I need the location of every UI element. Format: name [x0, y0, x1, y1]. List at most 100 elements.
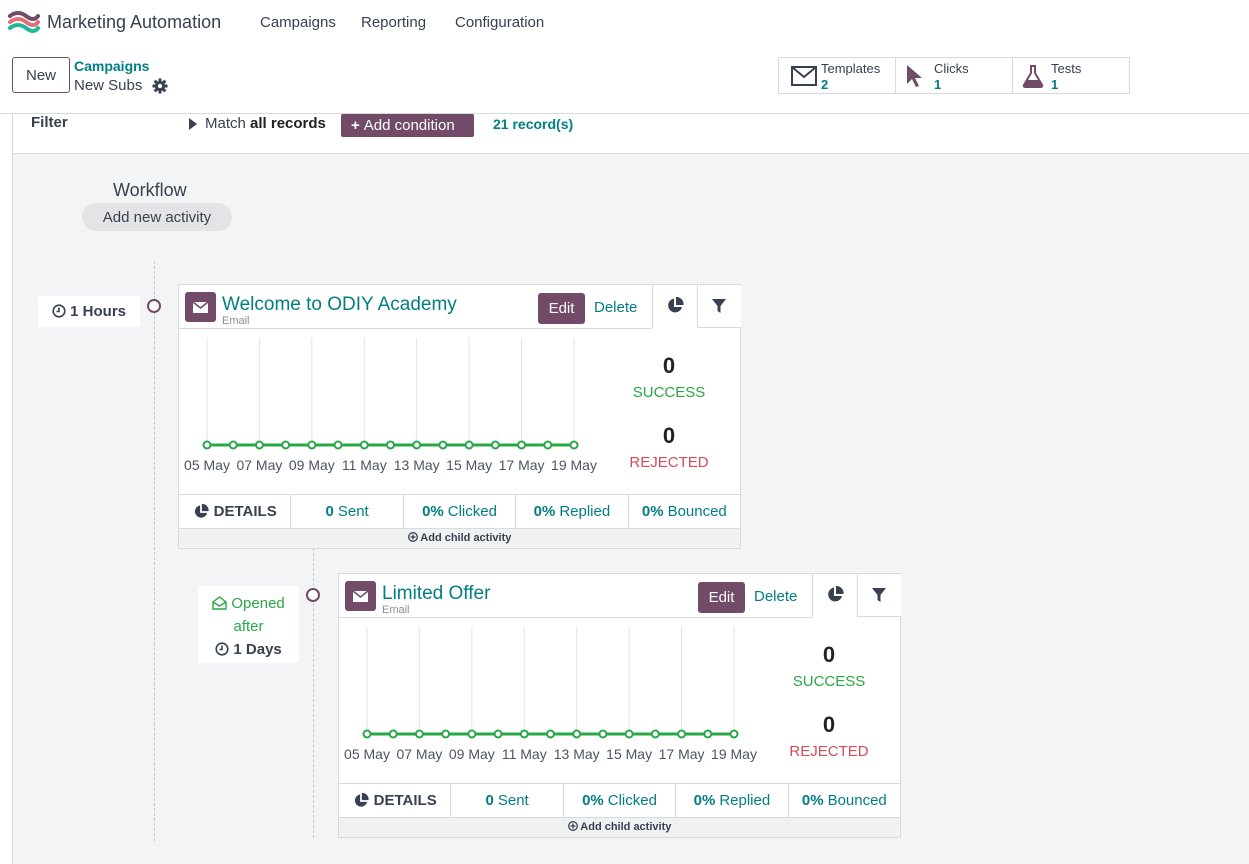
- templates-stat-button[interactable]: Templates 2: [779, 58, 896, 93]
- activity-title[interactable]: Limited Offer: [382, 583, 490, 605]
- add-child-activity-button[interactable]: Add child activity: [179, 528, 740, 548]
- caret-right-icon[interactable]: [189, 118, 197, 130]
- activity-stats-bar: DETAILS 0 Sent 0% Clicked 0% Replied 0% Boun…: [339, 783, 900, 817]
- x-tick-label: 09 May: [289, 457, 335, 473]
- app-logo-icon[interactable]: [8, 11, 40, 33]
- data-point: [703, 729, 713, 739]
- sent-stat[interactable]: 0 Sent: [291, 495, 404, 528]
- bounced-stat[interactable]: 0% Bounced: [789, 784, 900, 817]
- data-point: [519, 729, 529, 739]
- records-count-link[interactable]: 21 record(s): [493, 116, 573, 132]
- details-button[interactable]: DETAILS: [179, 495, 292, 528]
- workflow-line: [154, 261, 155, 841]
- nav-configuration[interactable]: Configuration: [455, 14, 544, 31]
- replied-stat[interactable]: 0% Replied: [516, 495, 629, 528]
- add-condition-button[interactable]: + Add condition: [341, 114, 474, 137]
- clicked-stat[interactable]: 0% Clicked: [564, 784, 677, 817]
- success-label: SUCCESS: [792, 673, 866, 690]
- data-point: [624, 729, 634, 739]
- stat-label: Tests: [1051, 61, 1082, 76]
- add-child-activity-button[interactable]: Add child activity: [339, 817, 900, 837]
- activity-stats-bar: DETAILS 0 Sent 0% Clicked 0% Replied 0% Boun…: [179, 494, 740, 528]
- activity-header: Limited Offer Email Edit Delete: [339, 574, 812, 617]
- x-tick-label: 13 May: [394, 457, 440, 473]
- edit-button[interactable]: Edit: [698, 582, 745, 613]
- clicks-stat-button[interactable]: Clicks 1: [896, 58, 1013, 93]
- details-button[interactable]: DETAILS: [339, 784, 452, 817]
- envelope-icon: [791, 66, 817, 86]
- data-point: [202, 440, 212, 450]
- top-navbar: Marketing Automation Campaigns Reporting…: [0, 0, 1249, 46]
- bounced-stat[interactable]: 0% Bounced: [629, 495, 740, 528]
- success-count: 0: [662, 353, 676, 378]
- stat-value: 1: [1051, 77, 1059, 92]
- rejected-label: REJECTED: [789, 743, 869, 760]
- tests-stat-button[interactable]: Tests 1: [1013, 58, 1129, 93]
- activity-header: Welcome to ODIY Academy Email Edit Delet…: [179, 285, 652, 328]
- x-tick-label: 05 May: [344, 746, 390, 762]
- filter-row: Filter Match all records + Add condition …: [13, 114, 1249, 154]
- app-name[interactable]: Marketing Automation: [47, 12, 221, 33]
- pie-chart-icon: [828, 586, 844, 602]
- gear-icon[interactable]: [152, 78, 168, 94]
- success-count: 0: [822, 642, 836, 667]
- data-point: [729, 729, 739, 739]
- filter-match-text: Match all records: [205, 115, 326, 132]
- data-point: [254, 440, 264, 450]
- filter-icon: [872, 588, 886, 602]
- edit-button[interactable]: Edit: [538, 293, 585, 324]
- x-tick-label: 15 May: [446, 457, 492, 473]
- delete-button[interactable]: Delete: [594, 299, 637, 316]
- data-point: [543, 440, 553, 450]
- activity-title[interactable]: Welcome to ODIY Academy: [222, 294, 457, 316]
- data-point: [569, 440, 579, 450]
- plus-circle-icon: [567, 821, 578, 831]
- workflow-node-dot: [147, 299, 161, 313]
- data-point: [307, 440, 317, 450]
- data-point: [388, 729, 398, 739]
- clicked-stat[interactable]: 0% Clicked: [404, 495, 517, 528]
- data-point: [490, 440, 500, 450]
- stat-value: 2: [821, 77, 829, 92]
- data-point: [362, 729, 372, 739]
- trigger-event: Opened after 1 Days: [198, 586, 299, 663]
- x-tick-label: 19 May: [551, 457, 597, 473]
- add-new-activity-button[interactable]: Add new activity: [82, 203, 232, 231]
- tab-filter[interactable]: [857, 574, 901, 617]
- tab-graph[interactable]: [652, 285, 697, 328]
- stat-label: Templates: [821, 61, 881, 76]
- data-point: [441, 729, 451, 739]
- x-tick-label: 17 May: [499, 457, 545, 473]
- envelope-open-icon: [212, 596, 227, 610]
- nav-reporting[interactable]: Reporting: [361, 14, 426, 31]
- control-panel: New Campaigns New Subs Templates 2 Click…: [0, 46, 1249, 114]
- stat-label: Clicks: [934, 61, 969, 76]
- nav-campaigns[interactable]: Campaigns: [260, 14, 336, 31]
- workflow-node-dot: [306, 588, 320, 602]
- sent-stat[interactable]: 0 Sent: [451, 784, 564, 817]
- success-label: SUCCESS: [632, 384, 706, 401]
- replied-stat[interactable]: 0% Replied: [676, 784, 789, 817]
- envelope-icon: [185, 292, 216, 322]
- rejected-count: 0: [822, 712, 836, 737]
- activity-type: Email: [382, 604, 410, 616]
- x-tick-label: 15 May: [606, 746, 652, 762]
- pie-chart-icon: [668, 297, 684, 313]
- x-tick-label: 07 May: [396, 746, 442, 762]
- data-point: [281, 440, 291, 450]
- x-tick-label: 19 May: [711, 746, 757, 762]
- stat-buttons: Templates 2 Clicks 1 Tests 1: [778, 57, 1130, 94]
- envelope-icon: [345, 581, 376, 611]
- data-point: [438, 440, 448, 450]
- new-button[interactable]: New: [12, 57, 70, 93]
- activity-card: Welcome to ODIY Academy Email Edit Delet…: [178, 284, 741, 549]
- activity-card: Limited Offer Email Edit Delete 05 May 07…: [338, 573, 901, 838]
- breadcrumb-campaigns[interactable]: Campaigns: [74, 58, 149, 74]
- data-point: [467, 729, 477, 739]
- pie-chart-icon: [194, 503, 209, 518]
- x-tick-label: 09 May: [449, 746, 495, 762]
- tab-filter[interactable]: [697, 285, 741, 328]
- plus-circle-icon: [407, 532, 418, 542]
- delete-button[interactable]: Delete: [754, 588, 797, 605]
- tab-graph[interactable]: [812, 574, 857, 617]
